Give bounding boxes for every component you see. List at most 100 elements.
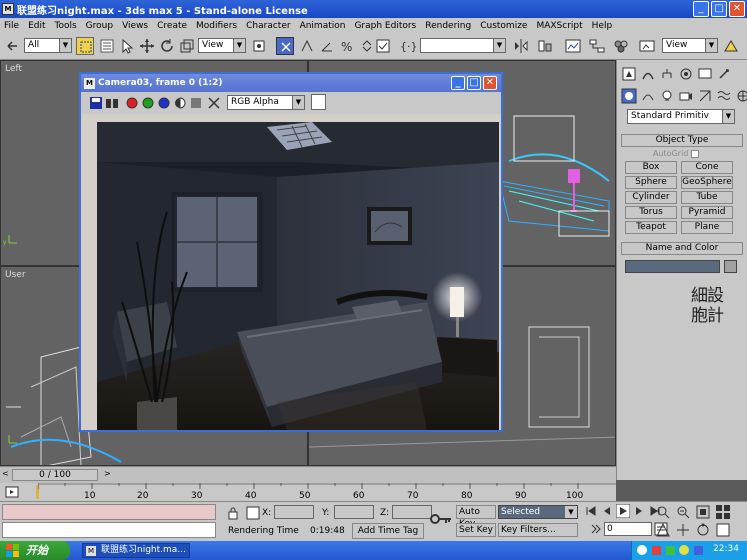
go-to-start-icon[interactable]	[584, 504, 598, 518]
pan-icon[interactable]	[675, 522, 691, 538]
menu-animation[interactable]: Animation	[300, 21, 346, 31]
clear-icon[interactable]	[207, 96, 221, 110]
save-bitmap-icon[interactable]	[89, 96, 103, 110]
edit-named-selection-icon[interactable]	[374, 37, 392, 55]
menu-group[interactable]: Group	[86, 21, 113, 31]
mirror-icon[interactable]	[512, 37, 530, 55]
menu-edit[interactable]: Edit	[28, 21, 45, 31]
snap-icon[interactable]	[298, 37, 316, 55]
zoom-all-icon[interactable]	[675, 504, 691, 520]
next-frame-icon[interactable]: >	[104, 469, 111, 478]
space-warps-icon[interactable]	[716, 88, 732, 104]
selection-filter-dropdown[interactable]: All ▼	[24, 38, 72, 53]
maxscript-listener[interactable]	[2, 504, 216, 520]
select-by-name-icon[interactable]	[98, 37, 116, 55]
maximize-viewport-icon[interactable]	[715, 522, 731, 538]
lights-icon[interactable]	[659, 88, 675, 104]
modify-tab-icon[interactable]	[640, 66, 656, 82]
monochrome-icon[interactable]	[189, 96, 203, 110]
menu-graph-editors[interactable]: Graph Editors	[354, 21, 416, 31]
minimize-button[interactable]: _	[693, 1, 709, 17]
previous-frame-icon[interactable]	[600, 504, 614, 518]
tray-icon[interactable]	[666, 546, 675, 555]
taskbar-item-label[interactable]: 联盟练习night.ma...	[101, 545, 186, 555]
torus-button[interactable]: Torus	[625, 206, 677, 219]
zoom-extents-icon[interactable]	[695, 504, 711, 520]
object-type-rollout[interactable]: Object Type	[621, 134, 743, 147]
x-coordinate-field[interactable]	[274, 505, 314, 519]
sphere-button[interactable]: Sphere	[625, 176, 677, 189]
select-cursor-icon[interactable]	[118, 37, 136, 55]
channel-dropdown[interactable]: RGB Alpha ▼	[227, 95, 305, 110]
autogrid-checkbox[interactable]: AutoGrid	[653, 149, 699, 158]
add-time-tag-button[interactable]: Add Time Tag	[352, 523, 424, 539]
angle-snap-icon[interactable]	[318, 37, 336, 55]
cameras-icon[interactable]	[678, 88, 694, 104]
start-label[interactable]: 开始	[26, 544, 48, 557]
cylinder-button[interactable]: Cylinder	[625, 191, 677, 204]
curly-braces-icon[interactable]: {·}	[398, 37, 418, 55]
geometry-icon[interactable]	[621, 88, 637, 104]
key-filters-button[interactable]: Key Filters...	[498, 523, 578, 537]
render-minimize-button[interactable]: _	[451, 76, 465, 90]
helpers-icon[interactable]	[697, 88, 713, 104]
motion-tab-icon[interactable]	[678, 66, 694, 82]
select-manipulate-icon[interactable]	[276, 37, 294, 55]
scale-icon[interactable]	[178, 37, 196, 55]
next-frame-icon[interactable]	[632, 504, 646, 518]
select-object-icon[interactable]	[76, 37, 94, 55]
play-icon[interactable]	[616, 504, 630, 518]
utilities-tab-icon[interactable]	[716, 66, 732, 82]
zoom-extents-all-icon[interactable]	[715, 504, 731, 520]
hierarchy-tab-icon[interactable]	[659, 66, 675, 82]
z-coordinate-field[interactable]	[392, 505, 432, 519]
blue-channel-toggle[interactable]	[157, 96, 171, 110]
render-type-dropdown[interactable]: View ▼	[662, 38, 718, 53]
pivot-icon[interactable]	[250, 37, 268, 55]
align-icon[interactable]	[536, 37, 554, 55]
auto-key-button[interactable]: Auto Key	[456, 505, 496, 529]
close-button[interactable]: ✕	[729, 1, 745, 17]
start-button[interactable]: 开始	[0, 541, 70, 560]
render-scene-icon[interactable]	[638, 37, 656, 55]
menu-file[interactable]: File	[4, 21, 19, 31]
set-key-button[interactable]: Set Key	[456, 523, 496, 537]
tray-icon[interactable]	[652, 546, 661, 555]
object-category-dropdown[interactable]: Standard Primitiv ▼	[627, 109, 735, 124]
selected-dropdown[interactable]: Selected ▼	[498, 505, 578, 519]
display-tab-icon[interactable]	[697, 66, 713, 82]
menu-tools[interactable]: Tools	[55, 21, 77, 31]
move-icon[interactable]	[138, 37, 156, 55]
track-bar[interactable]: 10 20 30 40 50 60 70 80 90 100	[0, 483, 616, 501]
taskbar-item[interactable]: M 联盟练习night.ma...	[82, 543, 190, 558]
prev-frame-icon[interactable]: <	[2, 469, 9, 478]
teapot-button[interactable]: Teapot	[625, 221, 677, 234]
reference-coord-dropdown[interactable]: View ▼	[198, 38, 246, 53]
material-editor-icon[interactable]	[612, 37, 630, 55]
time-slider-thumb[interactable]: 0 / 100	[12, 469, 98, 481]
name-color-rollout[interactable]: Name and Color	[621, 242, 743, 255]
absolute-mode-icon[interactable]	[246, 506, 260, 520]
geosphere-button[interactable]: GeoSphere	[681, 176, 733, 189]
render-close-button[interactable]: ✕	[483, 76, 497, 90]
pyramid-button[interactable]: Pyramid	[681, 206, 733, 219]
green-channel-toggle[interactable]	[141, 96, 155, 110]
undo-icon[interactable]	[4, 37, 22, 55]
menu-character[interactable]: Character	[246, 21, 290, 31]
maximize-button[interactable]: □	[711, 1, 727, 17]
menu-views[interactable]: Views	[122, 21, 148, 31]
create-tab-icon[interactable]	[621, 66, 637, 82]
lock-selection-icon[interactable]	[226, 506, 240, 520]
menu-help[interactable]: Help	[592, 21, 613, 31]
clone-window-icon[interactable]	[105, 96, 119, 110]
orbit-icon[interactable]	[695, 522, 711, 538]
menu-create[interactable]: Create	[157, 21, 187, 31]
systems-icon[interactable]	[735, 88, 747, 104]
menu-customize[interactable]: Customize	[480, 21, 527, 31]
menu-modifiers[interactable]: Modifiers	[196, 21, 237, 31]
tube-button[interactable]: Tube	[681, 191, 733, 204]
object-color-swatch[interactable]	[724, 260, 737, 273]
cone-button[interactable]: Cone	[681, 161, 733, 174]
current-frame-field[interactable]: 0	[604, 522, 652, 536]
rotate-icon[interactable]	[158, 37, 176, 55]
